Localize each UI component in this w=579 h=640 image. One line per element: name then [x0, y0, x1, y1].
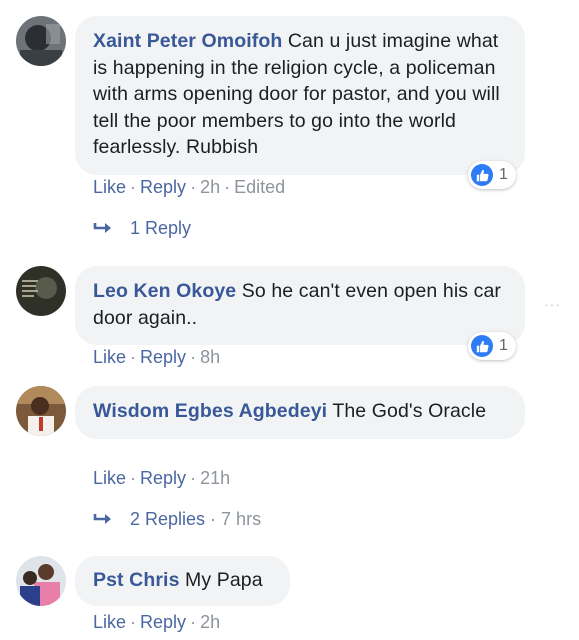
- avatar[interactable]: [16, 16, 66, 66]
- comment-bubble: Leo Ken Okoye So he can't even open his …: [75, 266, 525, 345]
- like-link[interactable]: Like: [93, 468, 126, 488]
- reply-arrow-icon: [93, 514, 111, 524]
- like-link[interactable]: Like: [93, 177, 126, 197]
- comment-bubble: Xaint Peter Omoifoh Can u just imagine w…: [75, 16, 525, 175]
- reply-link[interactable]: Reply: [140, 177, 186, 197]
- comment-text: My Papa: [185, 569, 263, 591]
- avatar[interactable]: [16, 556, 66, 606]
- comment-bubble: Wisdom Egbes Agbedeyi The God's Oracle: [75, 386, 525, 439]
- comment-author[interactable]: Pst Chris: [93, 569, 180, 591]
- comment-text: The God's Oracle: [332, 400, 487, 422]
- replies-count[interactable]: 2 Replies: [130, 508, 205, 530]
- reply-link[interactable]: Reply: [140, 468, 186, 488]
- like-link[interactable]: Like: [93, 347, 126, 367]
- like-reaction-icon: [471, 164, 493, 186]
- avatar[interactable]: [16, 386, 66, 436]
- separator: ·: [224, 177, 231, 197]
- comment-timestamp[interactable]: 8h: [200, 347, 220, 367]
- like-reaction-icon: [471, 335, 493, 357]
- comment-timestamp[interactable]: 2h: [200, 612, 220, 632]
- replies-timestamp: 7 hrs: [221, 509, 262, 529]
- replies-count[interactable]: 1 Reply: [130, 217, 191, 239]
- reaction-count[interactable]: 1: [468, 161, 516, 189]
- reply-link[interactable]: Reply: [140, 347, 186, 367]
- view-replies-link[interactable]: 2 Replies · 7 hrs: [93, 508, 261, 530]
- reaction-number: 1: [499, 337, 508, 354]
- comment-timestamp[interactable]: 21h: [200, 468, 230, 488]
- comment-timestamp[interactable]: 2h: [200, 177, 220, 197]
- separator: ·: [130, 347, 137, 367]
- comment-bubble: Pst Chris My Papa: [75, 556, 290, 606]
- comment-actions: Like · Reply · 2h: [93, 611, 220, 633]
- reply-arrow-icon: [93, 223, 111, 233]
- comment-actions: Like · Reply · 2h · Edited: [93, 176, 285, 198]
- avatar[interactable]: [16, 266, 66, 316]
- more-options-icon[interactable]: ···: [544, 296, 561, 312]
- comment-actions: Like · Reply · 8h: [93, 346, 220, 368]
- separator: ·: [190, 177, 197, 197]
- reaction-number: 1: [499, 166, 508, 183]
- separator: ·: [190, 612, 197, 632]
- view-replies-link[interactable]: 1 Reply: [93, 217, 191, 239]
- edited-label[interactable]: Edited: [234, 177, 285, 197]
- separator: ·: [190, 347, 197, 367]
- separator: ·: [130, 177, 137, 197]
- comment-author[interactable]: Wisdom Egbes Agbedeyi: [93, 400, 327, 422]
- separator: ·: [130, 468, 137, 488]
- separator: ·: [210, 509, 217, 529]
- separator: ·: [130, 612, 137, 632]
- reaction-count[interactable]: 1: [468, 332, 516, 360]
- reply-link[interactable]: Reply: [140, 612, 186, 632]
- comment-author[interactable]: Leo Ken Okoye: [93, 280, 236, 302]
- separator: ·: [190, 468, 197, 488]
- comment-actions: Like · Reply · 21h: [93, 467, 230, 489]
- like-link[interactable]: Like: [93, 612, 126, 632]
- comment-author[interactable]: Xaint Peter Omoifoh: [93, 30, 282, 52]
